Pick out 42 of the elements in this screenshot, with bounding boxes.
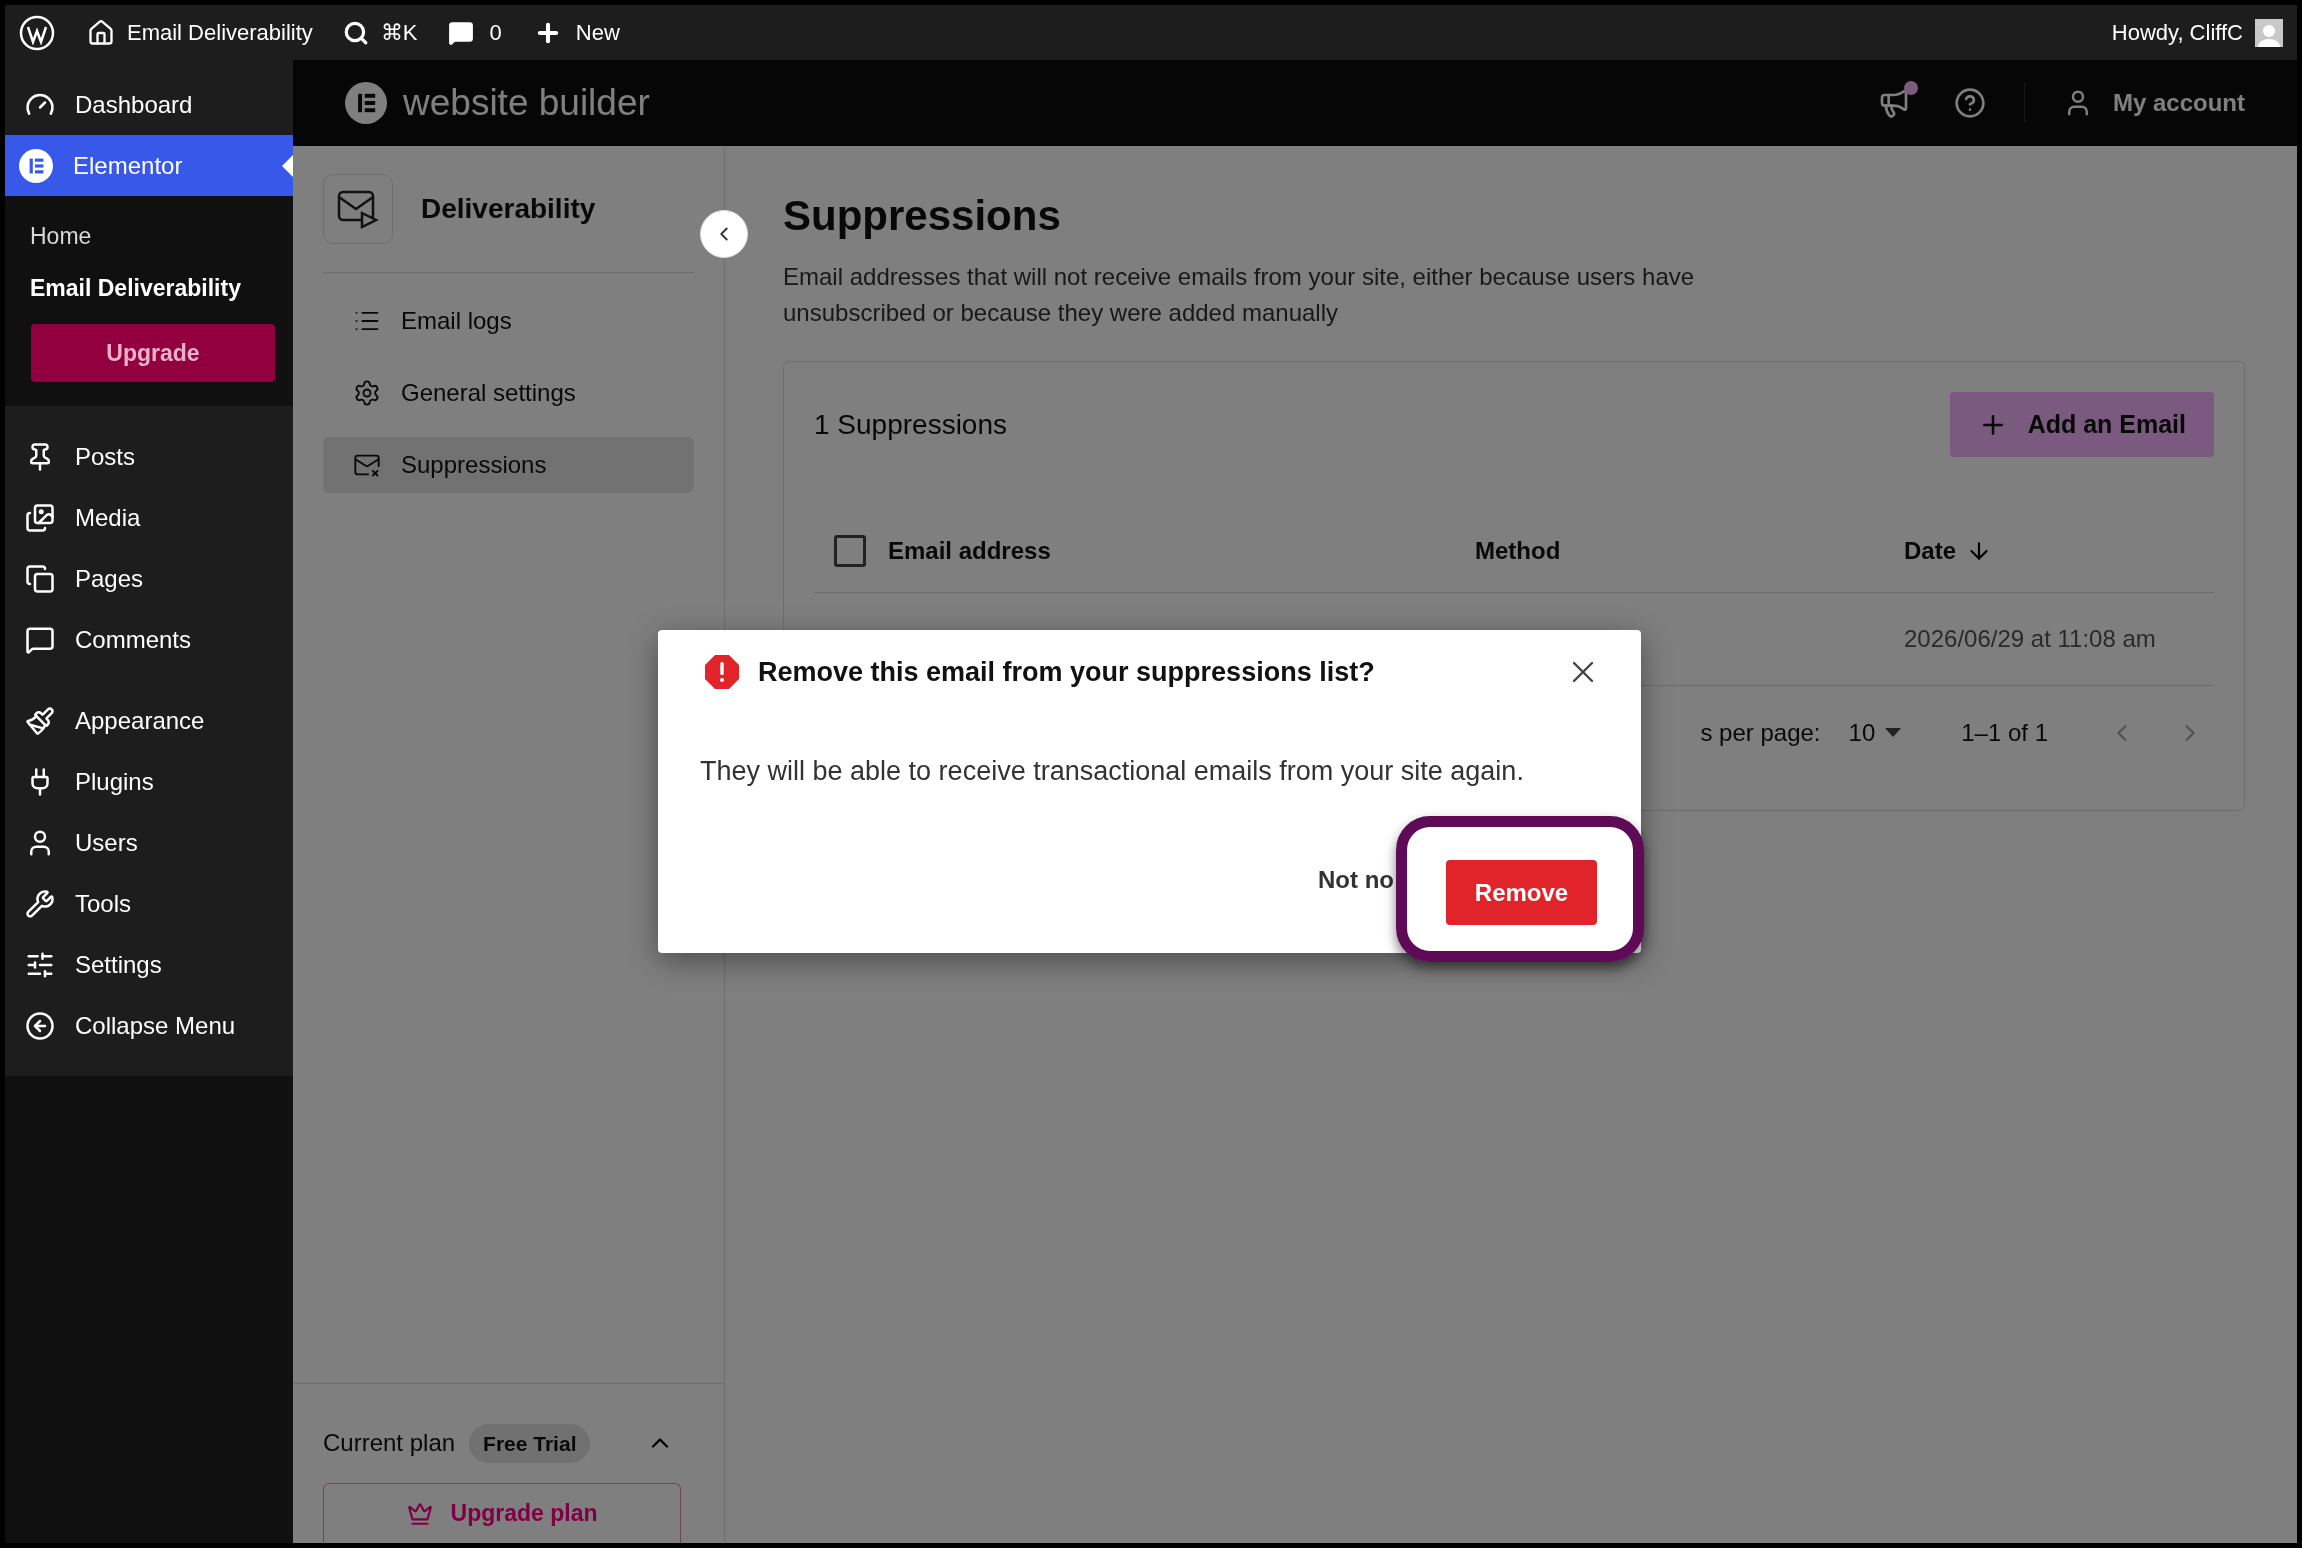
nav-item[interactable]: General settings xyxy=(323,365,694,421)
shortcut-label[interactable]: ⌘K xyxy=(380,16,418,49)
menu-item[interactable]: Pages xyxy=(5,548,293,609)
menu-item[interactable]: Users xyxy=(5,812,293,873)
menu-item[interactable]: Settings xyxy=(5,934,293,995)
cancel-button[interactable]: Not no xyxy=(1318,862,1394,898)
table-cell-text: 2026/06/29 at 11:08 am xyxy=(1904,624,2157,654)
rows-per-page-select[interactable]: 10 xyxy=(1848,715,1902,751)
dialog-message: They will be able to receive transactional emails from your site again. xyxy=(699,754,1525,788)
menu-item[interactable]: Elementor xyxy=(5,135,293,196)
rows-per-page-label: s per page: xyxy=(1700,718,1821,748)
nav-item[interactable]: Suppressions xyxy=(323,437,694,493)
column-header[interactable]: Email address xyxy=(888,532,1051,569)
menu-item[interactable]: Comments xyxy=(5,609,293,670)
submenu-item[interactable]: Email Deliverability xyxy=(5,262,293,314)
menu-item[interactable]: Collapse Menu xyxy=(5,995,293,1056)
menu-item[interactable]: Media xyxy=(5,487,293,548)
page-title: Suppressions xyxy=(783,191,1062,241)
menu-item[interactable]: Plugins xyxy=(5,751,293,812)
menu-item[interactable]: Dashboard xyxy=(5,74,293,135)
remove-button[interactable]: Remove xyxy=(1446,860,1597,925)
site-name[interactable]: Email Deliverability xyxy=(127,16,313,49)
menu-item[interactable]: Posts xyxy=(5,426,293,487)
new-link[interactable]: New xyxy=(575,16,620,49)
menu-item[interactable]: Appearance xyxy=(5,690,293,751)
comment-count[interactable]: 0 xyxy=(489,16,502,49)
column-header[interactable]: Date xyxy=(1904,532,1957,569)
account-button[interactable]: My account xyxy=(2062,85,2245,121)
upgrade-button[interactable]: Upgrade xyxy=(31,324,275,382)
plugin-title: Deliverability xyxy=(421,192,596,226)
brand-name: website builder xyxy=(403,81,650,126)
greeting[interactable]: Howdy, CliffC xyxy=(2111,16,2243,49)
submenu-item[interactable]: Home xyxy=(5,210,293,262)
page-description: Email addresses that will not receive emails from your site, either because users have unsubscribed or because they were added manually xyxy=(783,262,1696,328)
plan-label: Current plan xyxy=(323,1428,456,1459)
column-header[interactable]: Method xyxy=(1475,532,1904,569)
suppression-count: 1 Suppressions xyxy=(814,407,1007,442)
dialog-title: Remove this email from your suppressions list? xyxy=(758,656,1375,689)
page-range: 1–1 of 1 xyxy=(1961,718,2048,748)
menu-item[interactable]: Tools xyxy=(5,873,293,934)
nav-item[interactable]: Email logs xyxy=(323,293,694,349)
plan-badge: Free Trial xyxy=(469,1423,591,1463)
